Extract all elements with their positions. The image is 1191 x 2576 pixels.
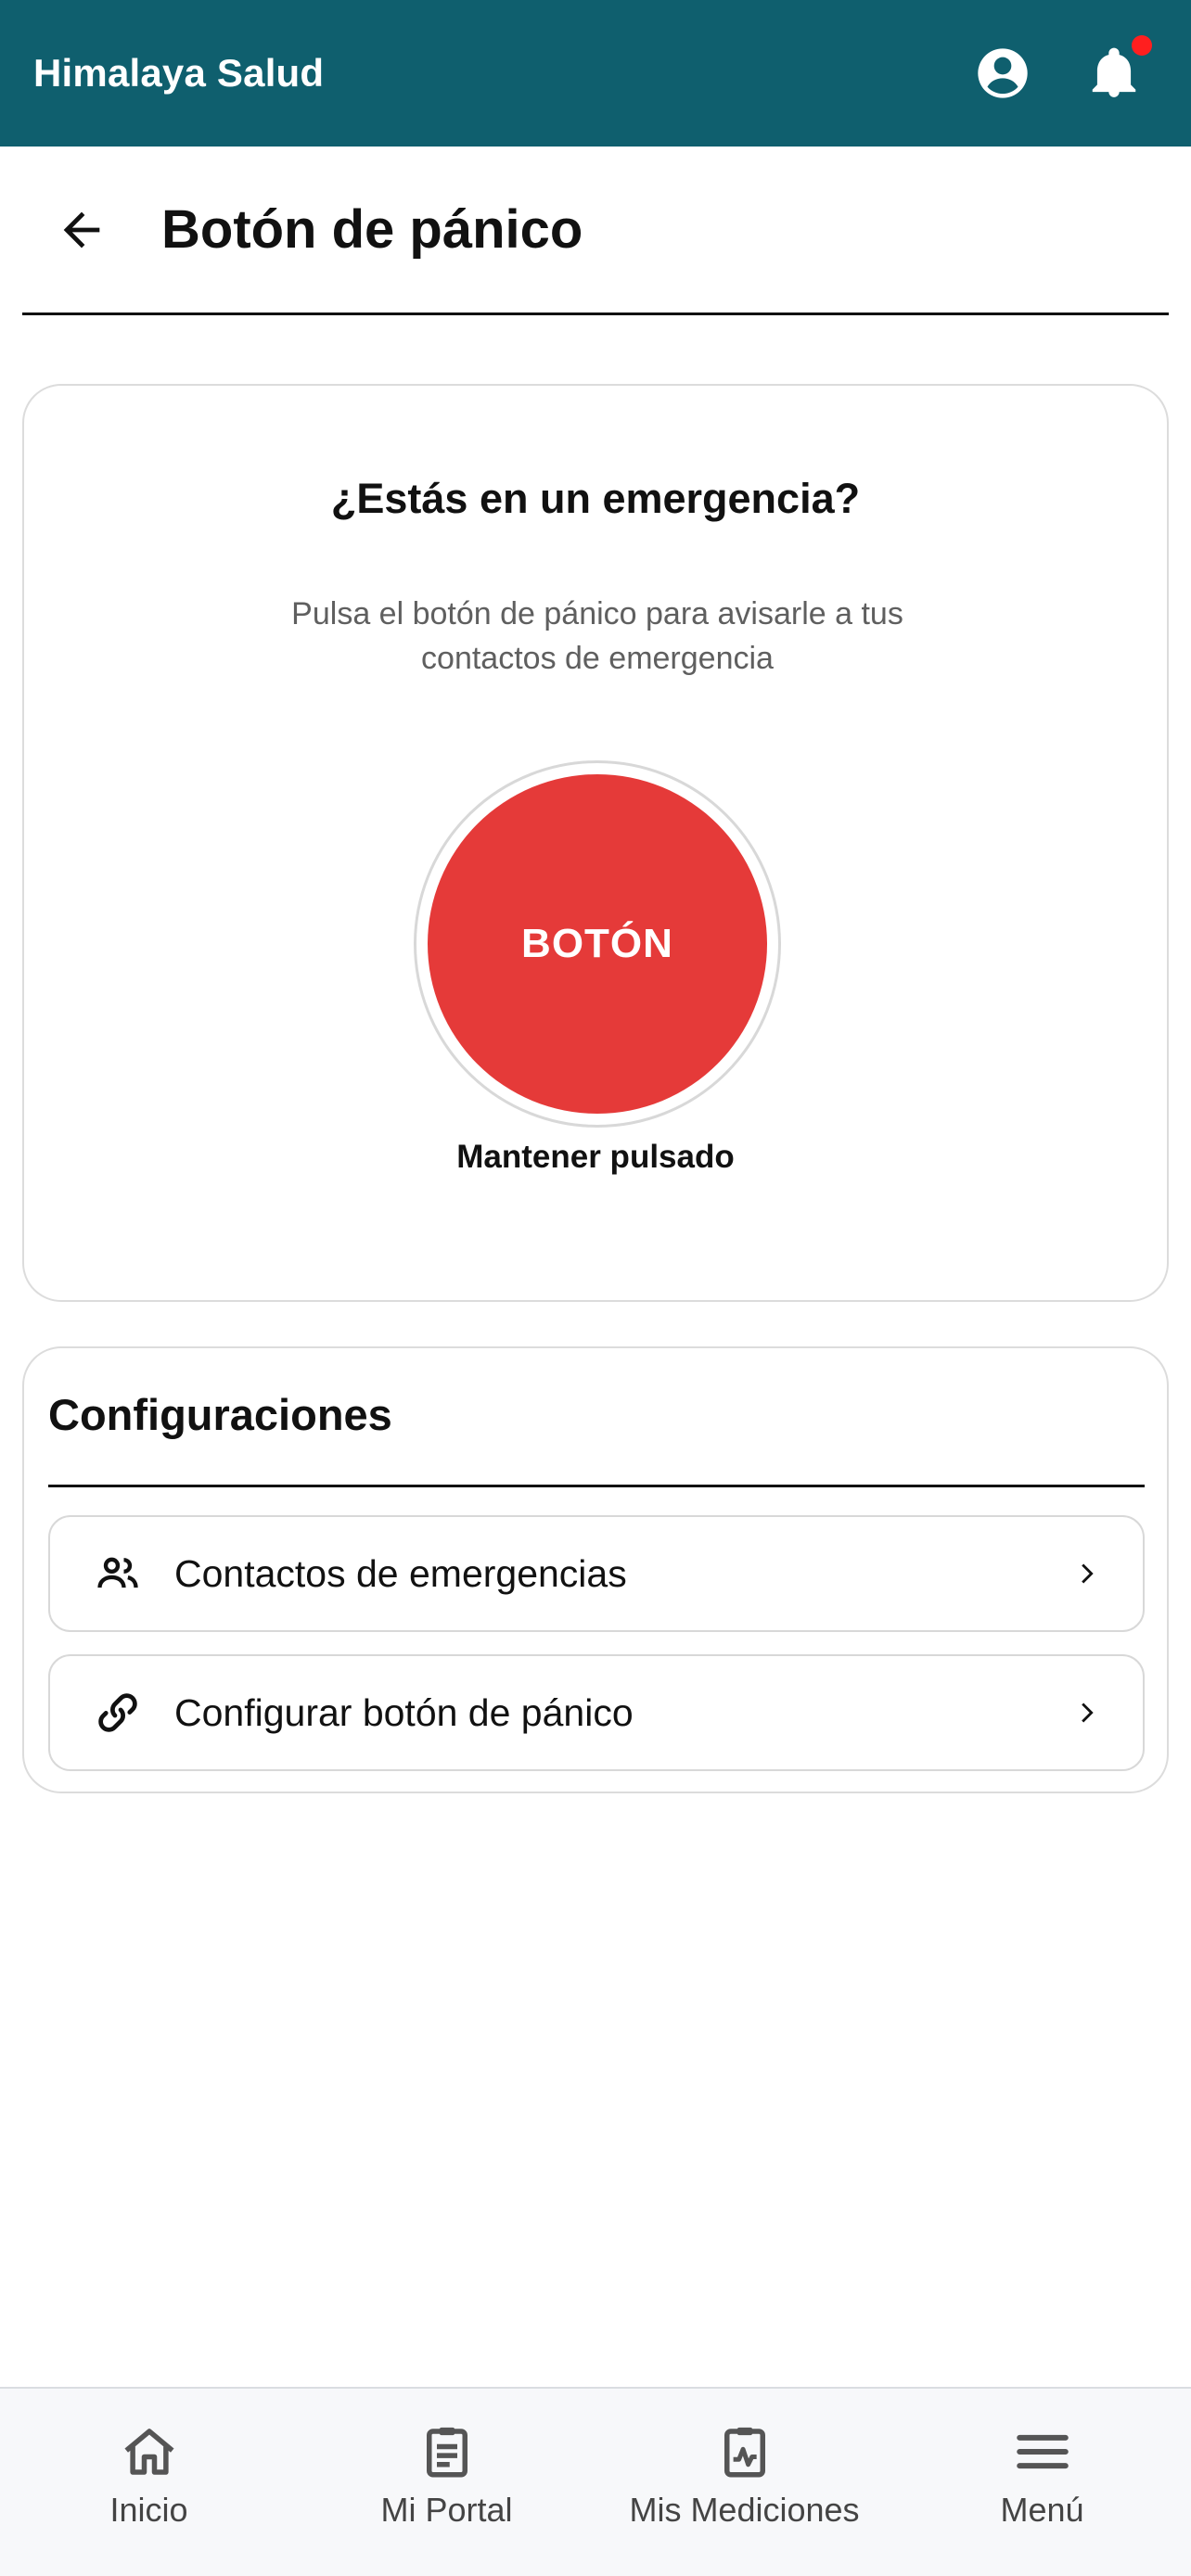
settings-title: Configuraciones bbox=[48, 1367, 1145, 1487]
bottom-navigation: Inicio Mi Portal Mis Mediciones Menú bbox=[0, 2387, 1191, 2576]
app-name: Himalaya Salud bbox=[33, 51, 325, 95]
nav-item-mi-portal[interactable]: Mi Portal bbox=[298, 2389, 596, 2576]
nav-item-mis-mediciones[interactable]: Mis Mediciones bbox=[596, 2389, 893, 2576]
people-icon bbox=[91, 1547, 145, 1600]
settings-card: Configuraciones Contactos de emergencias bbox=[22, 1346, 1169, 1793]
profile-button[interactable] bbox=[970, 41, 1035, 106]
clipboard-icon bbox=[414, 2418, 480, 2485]
configure-panic-button-label: Configurar botón de pánico bbox=[174, 1690, 634, 1734]
notifications-button[interactable] bbox=[1082, 35, 1152, 106]
app-screen: Himalaya Salud Botón de pánico ¿Estás en… bbox=[0, 0, 1191, 2576]
nav-label-mi-portal: Mi Portal bbox=[380, 2491, 513, 2529]
nav-label-mis-mediciones: Mis Mediciones bbox=[629, 2491, 860, 2529]
menu-icon bbox=[1009, 2418, 1076, 2485]
page-title: Botón de pánico bbox=[161, 199, 583, 260]
nav-label-inicio: Inicio bbox=[109, 2491, 188, 2529]
chevron-right-icon bbox=[1069, 1554, 1108, 1593]
account-circle-icon bbox=[978, 48, 1028, 98]
nav-item-menu[interactable]: Menú bbox=[893, 2389, 1191, 2576]
panic-button[interactable]: BOTÓN bbox=[428, 774, 767, 1114]
bell-icon bbox=[1092, 47, 1136, 97]
arrow-left-icon bbox=[63, 211, 100, 248]
page-header: Botón de pánico bbox=[22, 147, 1169, 315]
hold-instruction: Mantener pulsado bbox=[456, 1139, 735, 1175]
measurements-icon bbox=[711, 2418, 778, 2485]
home-icon bbox=[116, 2418, 183, 2485]
notification-badge bbox=[1132, 35, 1152, 56]
back-button[interactable] bbox=[45, 193, 119, 267]
emergency-title: ¿Estás en un emergencia? bbox=[330, 475, 861, 522]
nav-item-inicio[interactable]: Inicio bbox=[0, 2389, 298, 2576]
nav-label-menu: Menú bbox=[1000, 2491, 1084, 2529]
chevron-right-icon bbox=[1069, 1693, 1108, 1732]
top-app-bar: Himalaya Salud bbox=[0, 0, 1191, 147]
configure-panic-button-item[interactable]: Configurar botón de pánico bbox=[48, 1654, 1145, 1771]
emergency-contacts-item[interactable]: Contactos de emergencias bbox=[48, 1515, 1145, 1632]
panic-button-ring: BOTÓN bbox=[414, 760, 781, 1128]
emergency-card: ¿Estás en un emergencia? Pulsa el botón … bbox=[22, 384, 1169, 1302]
emergency-contacts-label: Contactos de emergencias bbox=[174, 1551, 627, 1595]
emergency-description: Pulsa el botón de pánico para avisarle a… bbox=[291, 596, 903, 676]
header-actions bbox=[970, 35, 1158, 106]
link-icon bbox=[91, 1686, 145, 1740]
